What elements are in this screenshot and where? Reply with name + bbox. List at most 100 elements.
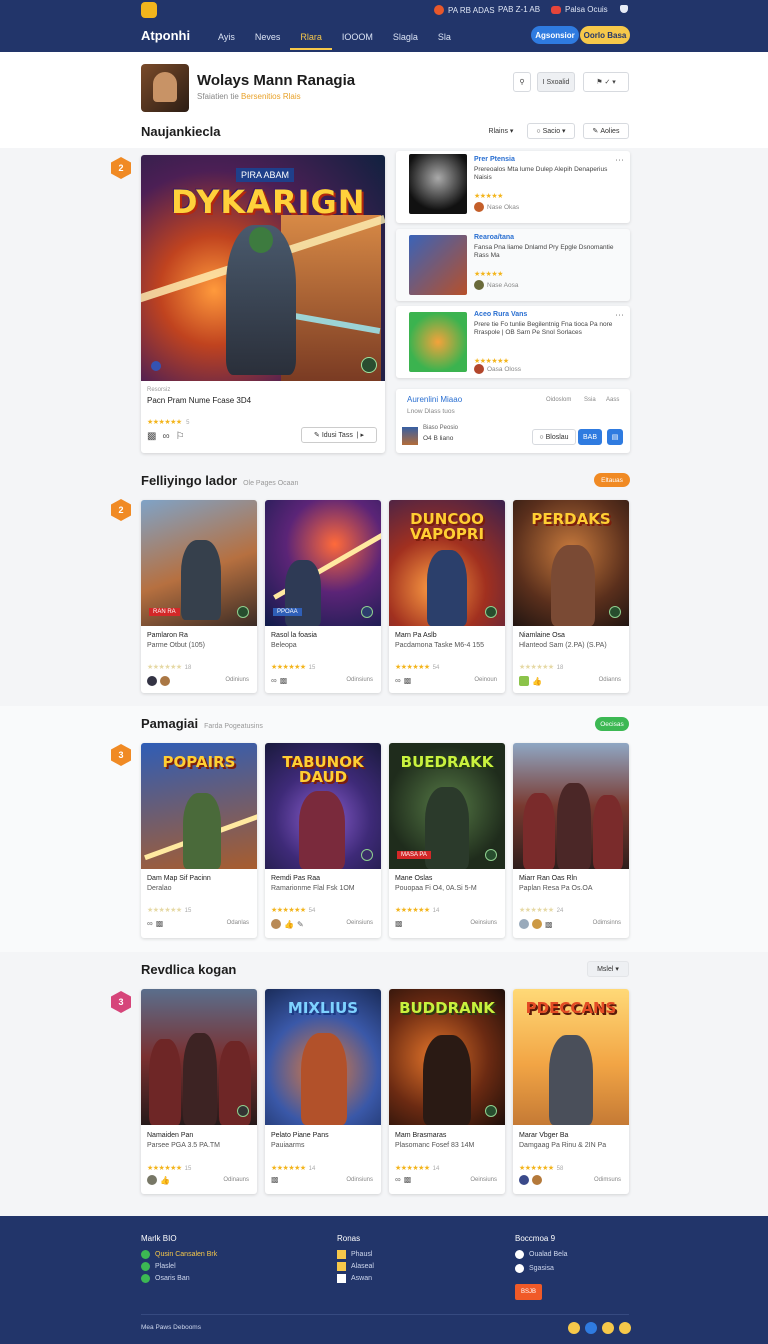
card-artwork[interactable]: POPAIRS bbox=[141, 743, 257, 869]
secondary-action-button[interactable]: Oorlo Basa bbox=[580, 26, 630, 44]
footer-link[interactable]: Phausl bbox=[337, 1250, 372, 1259]
game-card[interactable]: PERDAKS Niamlaine Osa Hlanteod Sam (2.PA… bbox=[513, 500, 629, 693]
card-title[interactable]: Pelato Piane Pans bbox=[271, 1132, 329, 1139]
game-card[interactable]: MIXLIUS Pelato Piane Pans Pauiaarms ★★★★… bbox=[265, 989, 381, 1194]
more-icon[interactable]: ⋯ bbox=[615, 310, 624, 321]
play-icon[interactable] bbox=[361, 849, 373, 861]
filter-dropdown[interactable]: ○ Sacio ▾ bbox=[527, 123, 575, 139]
featured-name[interactable]: Pacn Pram Nume Fcase 3D4 bbox=[147, 396, 251, 405]
link-icon[interactable]: ∞ bbox=[271, 676, 277, 685]
card-title[interactable]: Remdi Pas Raa bbox=[271, 875, 320, 882]
save-icon[interactable]: ▩ bbox=[404, 676, 412, 685]
link-icon[interactable]: ∞ bbox=[395, 1175, 401, 1184]
card-title[interactable]: Mane Oslas bbox=[395, 875, 432, 882]
save-icon[interactable]: ▩ bbox=[271, 1175, 279, 1184]
save-icon[interactable]: ▩ bbox=[147, 431, 156, 442]
play-icon[interactable] bbox=[237, 606, 249, 618]
card-title[interactable]: Miarr Ran Oas Rln bbox=[519, 875, 577, 882]
footer-link[interactable]: Oualad Bela bbox=[515, 1250, 568, 1259]
play-icon[interactable] bbox=[609, 606, 621, 618]
card-artwork[interactable]: PERDAKS bbox=[513, 500, 629, 626]
game-card[interactable]: DUNCOO VAPOPRI Marn Pa Aslb Pacdamona Ta… bbox=[389, 500, 505, 693]
card-title[interactable]: Mam Brasmaras bbox=[395, 1132, 446, 1139]
featured-artwork[interactable]: PIRA ABAM DYKARIGN bbox=[141, 155, 385, 381]
link-icon[interactable]: ∞ bbox=[395, 676, 401, 685]
footer-link[interactable]: Plaslel bbox=[141, 1262, 176, 1271]
footer-link[interactable]: Osaris Ban bbox=[141, 1274, 190, 1283]
side-footer-button-b[interactable]: BAB bbox=[578, 429, 602, 445]
nav-item-4[interactable]: IOOOM bbox=[332, 24, 383, 50]
card-title[interactable]: Pamlaron Ra bbox=[147, 632, 188, 639]
game-card[interactable]: TABUNOK DAUD Remdi Pas Raa Ramarionme Fl… bbox=[265, 743, 381, 938]
side-list-item[interactable]: Prer Ptensia Prereoalos Mta lume Dulep A… bbox=[396, 151, 630, 223]
card-title[interactable]: Rasol la foasia bbox=[271, 632, 317, 639]
side-list-item[interactable]: Aceo Rura Vans Prere tie Fo tunlie Begil… bbox=[396, 306, 630, 378]
link-icon[interactable]: ∞ bbox=[162, 431, 169, 442]
card-title[interactable]: Dam Map Sif Pacinn bbox=[147, 875, 211, 882]
footer-cta-button[interactable]: BSJB bbox=[515, 1284, 542, 1300]
footer-link[interactable]: Qusin Cansalen Brk bbox=[141, 1250, 217, 1259]
section-3-tag[interactable]: Oecisas bbox=[595, 717, 629, 731]
featured-action-button[interactable]: ✎ Idusi Tass | ▸ bbox=[301, 427, 377, 443]
card-title[interactable]: Marar Vbger Ba bbox=[519, 1132, 568, 1139]
bell-icon[interactable] bbox=[620, 5, 628, 13]
card-artwork[interactable]: DUNCOO VAPOPRI bbox=[389, 500, 505, 626]
play-icon[interactable] bbox=[485, 1105, 497, 1117]
side-item-title[interactable]: Prer Ptensia bbox=[474, 156, 515, 163]
social-icon-1[interactable] bbox=[568, 1322, 580, 1334]
camera-icon[interactable] bbox=[237, 1105, 249, 1117]
play-icon[interactable] bbox=[485, 849, 497, 861]
play-icon[interactable] bbox=[361, 606, 373, 618]
game-card[interactable]: RAN RA Pamlaron Ra Parme Otbut (105) ★★★… bbox=[141, 500, 257, 693]
section-4-dropdown[interactable]: Mslel ▾ bbox=[587, 961, 629, 977]
card-artwork[interactable] bbox=[141, 989, 257, 1125]
primary-action-button[interactable]: Agsonsior bbox=[531, 26, 579, 44]
side-item-title[interactable]: Rearoa/tana bbox=[474, 234, 514, 241]
game-card[interactable]: Miarr Ran Oas Rln Paplan Resa Pa Os.OA ★… bbox=[513, 743, 629, 938]
save-icon[interactable]: ▩ bbox=[404, 1175, 412, 1184]
card-artwork[interactable] bbox=[513, 743, 629, 869]
footer-link[interactable]: Aswan bbox=[337, 1274, 372, 1283]
card-title[interactable]: Niamlaine Osa bbox=[519, 632, 565, 639]
game-card[interactable]: BUEDRAKK MASA PA Mane Oslas Pouopaa Fi O… bbox=[389, 743, 505, 938]
subtitle-accent[interactable]: Bersenitios Rlais bbox=[241, 92, 301, 101]
side-thumbnail[interactable] bbox=[409, 312, 467, 372]
footer-link[interactable]: Sgasisa bbox=[515, 1264, 554, 1273]
util-item-2[interactable]: PAB Z-1 AB bbox=[498, 5, 540, 14]
game-card[interactable]: Namaiden Pan Parsee PGA 3.5 PA.TM ★★★★★★… bbox=[141, 989, 257, 1194]
add-button[interactable]: ✎ Aolies bbox=[583, 123, 629, 139]
side-footer-title[interactable]: Aurenlini Miaao bbox=[407, 395, 462, 404]
card-title[interactable]: Namaiden Pan bbox=[147, 1132, 193, 1139]
game-card[interactable]: PPOAA Rasol la foasia Beleopa ★★★★★★ 15 ∞… bbox=[265, 500, 381, 693]
section-2-tag[interactable]: Eltauas bbox=[594, 473, 630, 487]
nav-item-6[interactable]: Sla bbox=[428, 24, 461, 50]
expand-icon[interactable]: ▤ bbox=[607, 429, 623, 445]
save-icon[interactable]: ▩ bbox=[395, 919, 403, 928]
nav-item-1[interactable]: Ayis bbox=[208, 24, 245, 50]
featured-card[interactable]: PIRA ABAM DYKARIGN Resorsiz Pacn Pram Nu… bbox=[141, 155, 385, 453]
sort-dropdown[interactable]: Rlains ▾ bbox=[482, 123, 520, 139]
like-icon[interactable]: 👍 bbox=[532, 677, 542, 686]
card-artwork[interactable]: BUEDRAKK MASA PA bbox=[389, 743, 505, 869]
footer-link[interactable]: Alaseal bbox=[337, 1262, 374, 1271]
like-icon[interactable]: 👍 bbox=[284, 920, 294, 929]
save-icon[interactable]: ▩ bbox=[156, 919, 164, 928]
brand-name[interactable]: Atponhi bbox=[141, 28, 190, 43]
side-thumbnail[interactable] bbox=[409, 154, 467, 214]
nav-item-3-active[interactable]: Rlara bbox=[290, 24, 332, 50]
card-artwork[interactable]: PDECCANS bbox=[513, 989, 629, 1125]
card-artwork[interactable]: TABUNOK DAUD bbox=[265, 743, 381, 869]
more-icon[interactable]: ⋯ bbox=[615, 155, 624, 166]
card-title[interactable]: Marn Pa Aslb bbox=[395, 632, 437, 639]
side-item-title[interactable]: Aceo Rura Vans bbox=[474, 311, 527, 318]
edit-icon[interactable]: ✎ bbox=[297, 920, 304, 929]
flag-icon[interactable]: ⚐ bbox=[176, 431, 185, 442]
link-icon[interactable]: ∞ bbox=[147, 919, 153, 928]
logo-icon[interactable] bbox=[141, 2, 157, 18]
util-item-1[interactable]: PA RB ADAS bbox=[434, 5, 495, 15]
social-icon-4[interactable] bbox=[619, 1322, 631, 1334]
search-icon[interactable]: ⚲ bbox=[513, 72, 531, 92]
card-artwork[interactable]: MIXLIUS bbox=[265, 989, 381, 1125]
card-artwork[interactable]: RAN RA bbox=[141, 500, 257, 626]
game-card[interactable]: BUDDRANK Mam Brasmaras Plasomanc Fosef 8… bbox=[389, 989, 505, 1194]
